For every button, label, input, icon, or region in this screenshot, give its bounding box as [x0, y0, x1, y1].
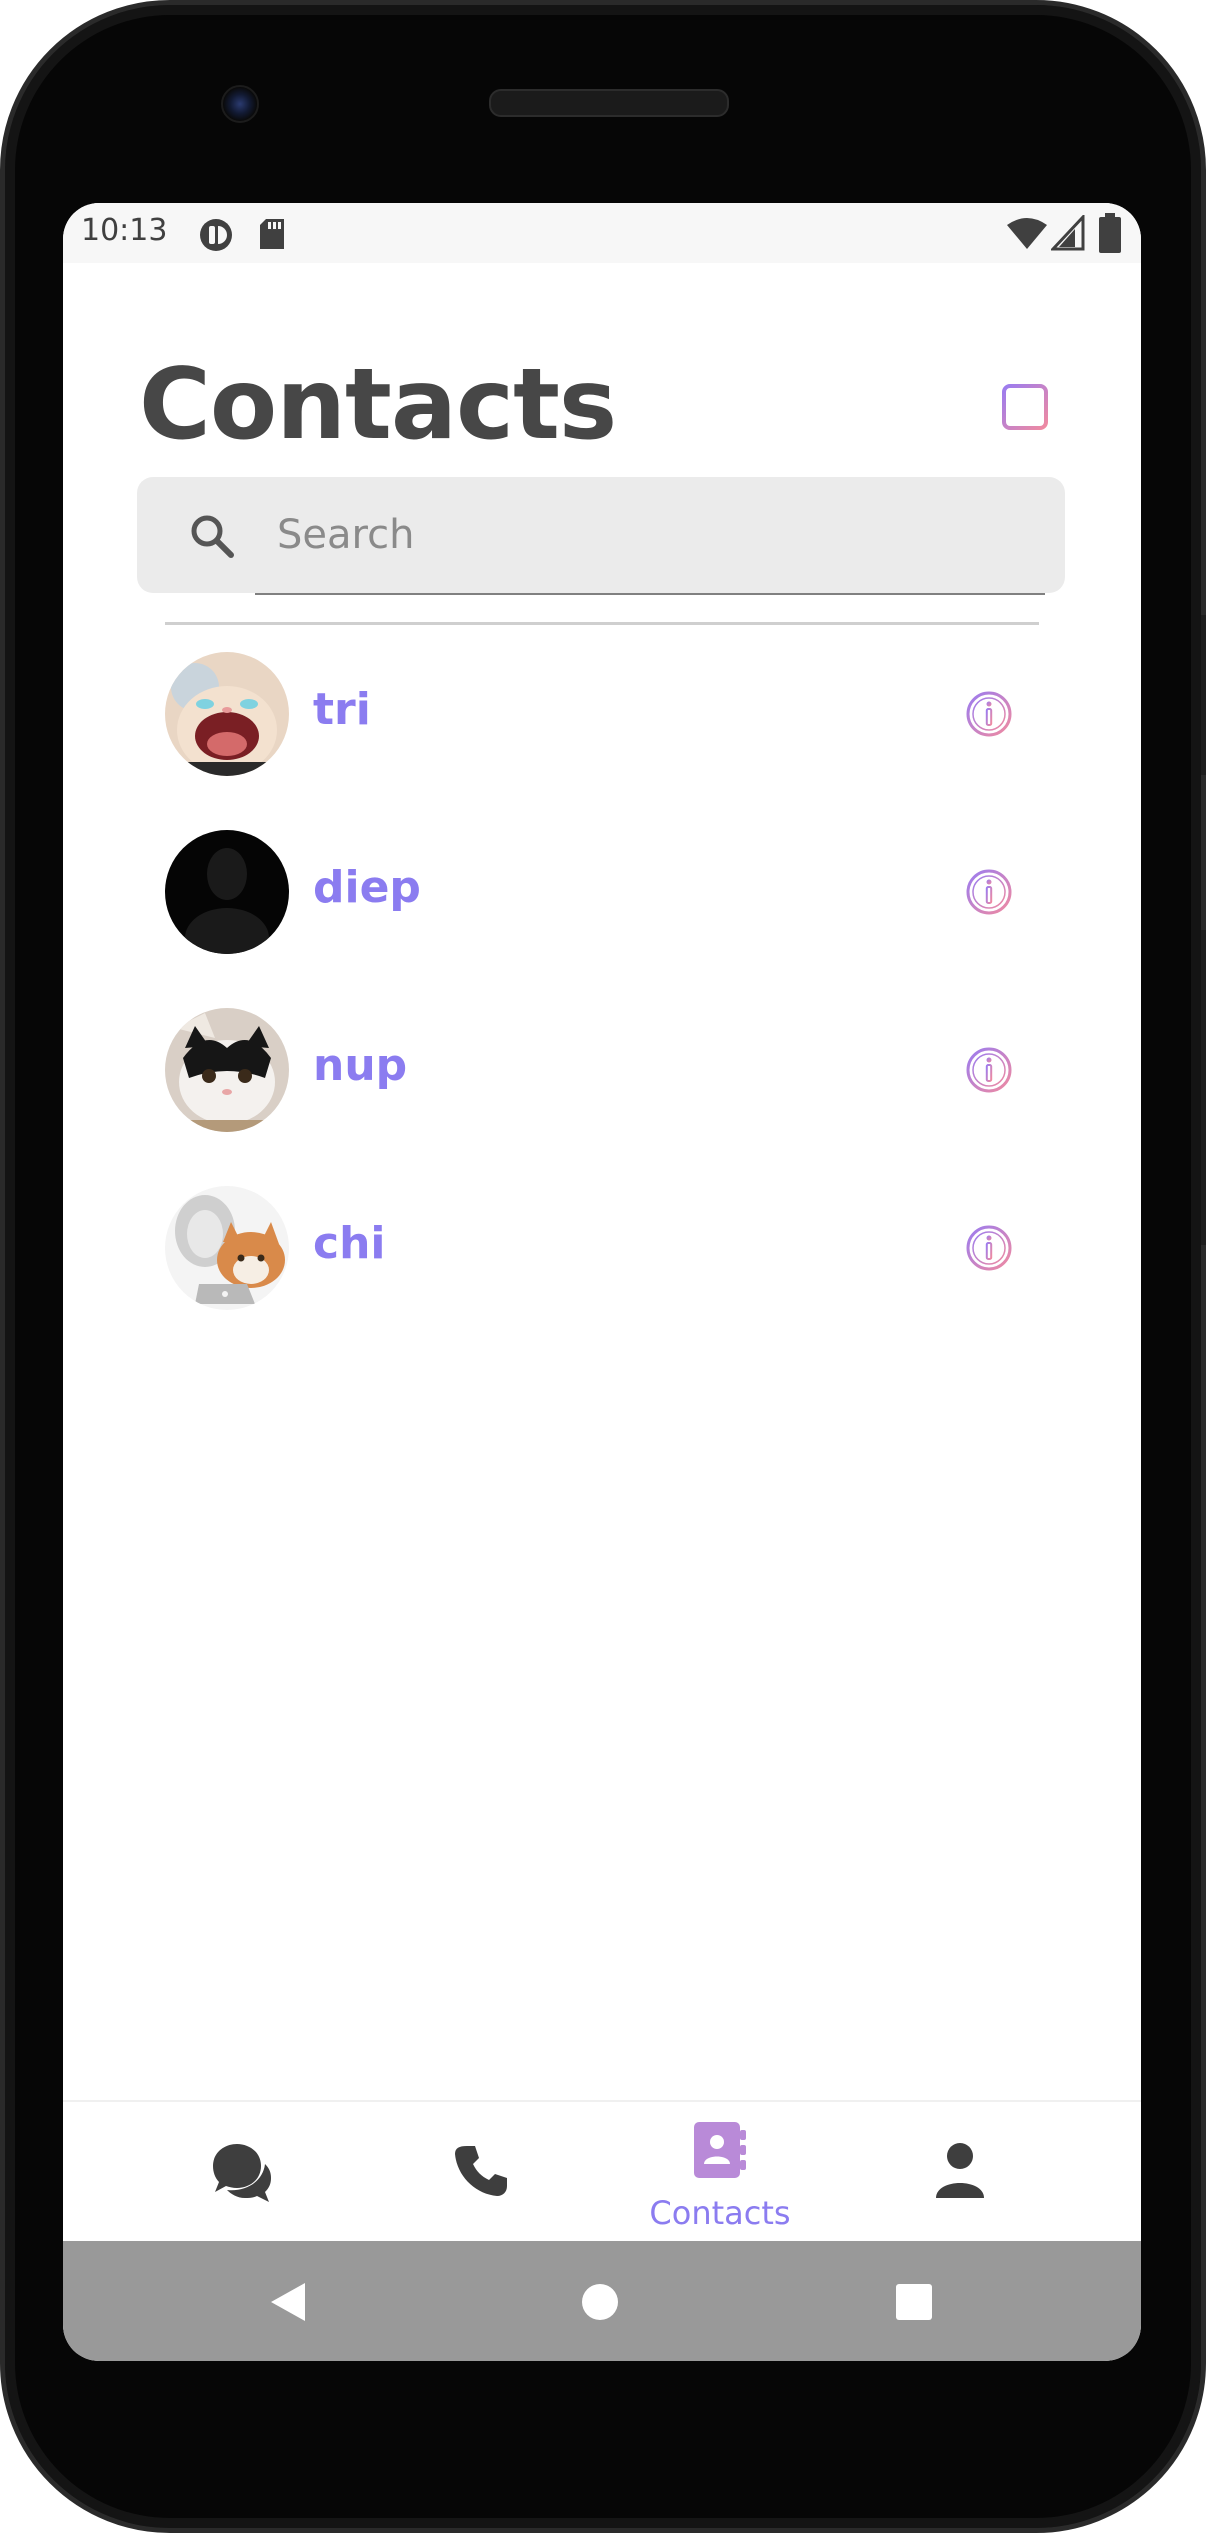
add-square-icon — [1002, 384, 1048, 430]
search-icon — [189, 513, 235, 559]
app-notification-icon — [200, 219, 232, 251]
contact-row-diep[interactable]: diep — [165, 830, 1045, 954]
status-bar: 10:13 — [63, 203, 1141, 263]
wifi-icon — [1007, 218, 1047, 249]
contact-row-tri[interactable]: tri — [165, 652, 1045, 776]
info-button[interactable] — [965, 868, 1013, 916]
avatar — [165, 830, 289, 954]
recents-square-icon[interactable] — [895, 2283, 933, 2321]
add-contact-button[interactable] — [1001, 383, 1049, 431]
contact-name: tri — [313, 684, 371, 735]
avatar — [165, 1186, 289, 1310]
front-camera — [221, 85, 259, 123]
tab-profile[interactable] — [860, 2102, 1060, 2242]
search-underline — [255, 593, 1045, 595]
tab-calls[interactable] — [381, 2102, 581, 2242]
power-button — [1201, 615, 1206, 775]
phone-icon — [455, 2146, 507, 2196]
tab-chats[interactable] — [141, 2102, 341, 2242]
divider — [165, 622, 1039, 625]
status-time: 10:13 — [81, 213, 168, 248]
avatar — [165, 1008, 289, 1132]
contact-row-nup[interactable]: nup — [165, 1008, 1045, 1132]
contact-row-chi[interactable]: chi — [165, 1186, 1045, 1310]
info-icon — [966, 691, 1012, 737]
signal-icon — [1051, 215, 1085, 251]
info-button[interactable] — [965, 1224, 1013, 1272]
phone-frame: 10:13 Contacts Search tri diep nup chi C… — [0, 0, 1206, 2533]
chat-icon — [213, 2144, 271, 2202]
bottom-tab-bar: Contacts — [63, 2100, 1141, 2242]
page-title: Contacts — [139, 348, 617, 462]
sd-card-icon — [260, 219, 284, 249]
home-circle-icon[interactable] — [581, 2283, 619, 2321]
app-screen: 10:13 Contacts Search tri diep nup chi C… — [63, 203, 1141, 2361]
contact-name: diep — [313, 862, 421, 913]
search-bar — [137, 477, 1065, 593]
profile-icon — [936, 2143, 984, 2198]
back-triangle-icon[interactable] — [267, 2281, 307, 2323]
volume-button — [1201, 930, 1206, 1245]
contacts-book-icon — [694, 2122, 746, 2178]
search-input[interactable] — [275, 499, 1039, 571]
contact-name: chi — [313, 1218, 386, 1269]
battery-icon — [1099, 213, 1121, 253]
info-button[interactable] — [965, 690, 1013, 738]
tab-contacts[interactable]: Contacts — [620, 2102, 820, 2242]
info-icon — [966, 1047, 1012, 1093]
info-icon — [966, 869, 1012, 915]
contact-name: nup — [313, 1040, 408, 1091]
system-navigation-bar — [63, 2241, 1141, 2361]
earpiece-speaker — [489, 89, 729, 117]
tab-contacts-label: Contacts — [649, 2194, 791, 2232]
info-icon — [966, 1225, 1012, 1271]
info-button[interactable] — [965, 1046, 1013, 1094]
avatar — [165, 652, 289, 776]
